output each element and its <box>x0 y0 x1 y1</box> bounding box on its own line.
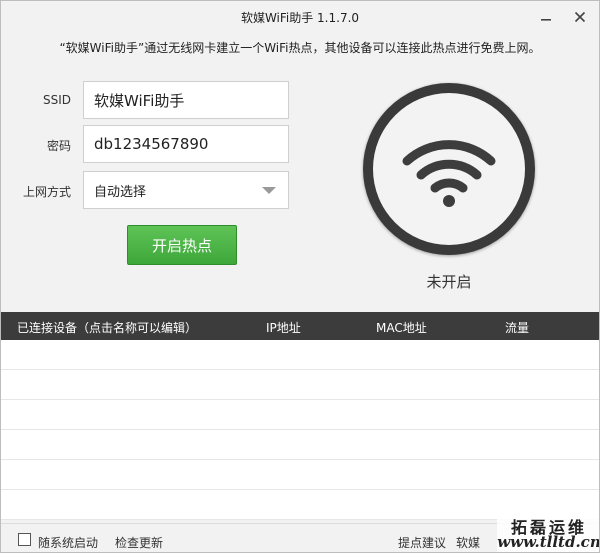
autostart-label[interactable]: 随系统启动 <box>38 534 98 551</box>
chevron-down-icon <box>262 187 276 194</box>
column-mac: MAC地址 <box>376 321 427 335</box>
check-update-link[interactable]: 检查更新 <box>115 534 163 551</box>
title-bar: 软媒WiFi助手 1.1.7.0 <box>1 1 599 33</box>
watermark-url: www.tlltd.cn <box>497 533 600 551</box>
app-window: 软媒WiFi助手 1.1.7.0 “软媒WiFi助手”通过无线网卡建立一个WiF… <box>0 0 600 553</box>
minimize-button[interactable] <box>535 7 557 27</box>
close-button[interactable] <box>569 7 591 27</box>
brand-link[interactable]: 软媒 <box>456 534 480 551</box>
password-label: 密码 <box>46 139 71 153</box>
intro-text: “软媒WiFi助手”通过无线网卡建立一个WiFi热点，其他设备可以连接此热点进行… <box>59 41 541 55</box>
wifi-button-face <box>373 93 525 245</box>
device-table-header: 已连接设备（点击名称可以编辑） IP地址 MAC地址 流量 <box>1 312 599 340</box>
mode-value: 自动选择 <box>94 184 147 200</box>
minimize-icon <box>541 19 551 21</box>
table-row <box>1 460 599 490</box>
table-row <box>1 370 599 400</box>
window-title: 软媒WiFi助手 1.1.7.0 <box>240 10 360 25</box>
column-ip: IP地址 <box>266 321 301 335</box>
feedback-link[interactable]: 提点建议 <box>398 534 446 551</box>
table-row <box>1 400 599 430</box>
close-icon <box>574 11 586 23</box>
table-row <box>1 430 599 460</box>
column-device: 已连接设备（点击名称可以编辑） <box>17 321 198 335</box>
device-table-body <box>1 340 599 520</box>
mode-select[interactable]: 自动选择 <box>83 171 289 209</box>
wifi-toggle-button[interactable] <box>363 83 535 255</box>
ssid-value: 软媒WiFi助手 <box>94 91 185 110</box>
password-value: db1234567890 <box>94 135 209 153</box>
watermark: 拓磊运维 www.tlltd.cn <box>497 514 600 552</box>
password-input[interactable]: db1234567890 <box>83 125 289 163</box>
autostart-checkbox[interactable] <box>18 533 31 546</box>
wifi-icon <box>402 140 496 207</box>
mode-label: 上网方式 <box>22 185 71 199</box>
column-traffic: 流量 <box>505 321 530 335</box>
hotspot-status: 未开启 <box>426 273 472 291</box>
ssid-input[interactable]: 软媒WiFi助手 <box>83 81 289 119</box>
start-hotspot-button[interactable]: 开启热点 <box>127 225 237 265</box>
table-row <box>1 340 599 370</box>
ssid-label: SSID <box>42 93 71 107</box>
